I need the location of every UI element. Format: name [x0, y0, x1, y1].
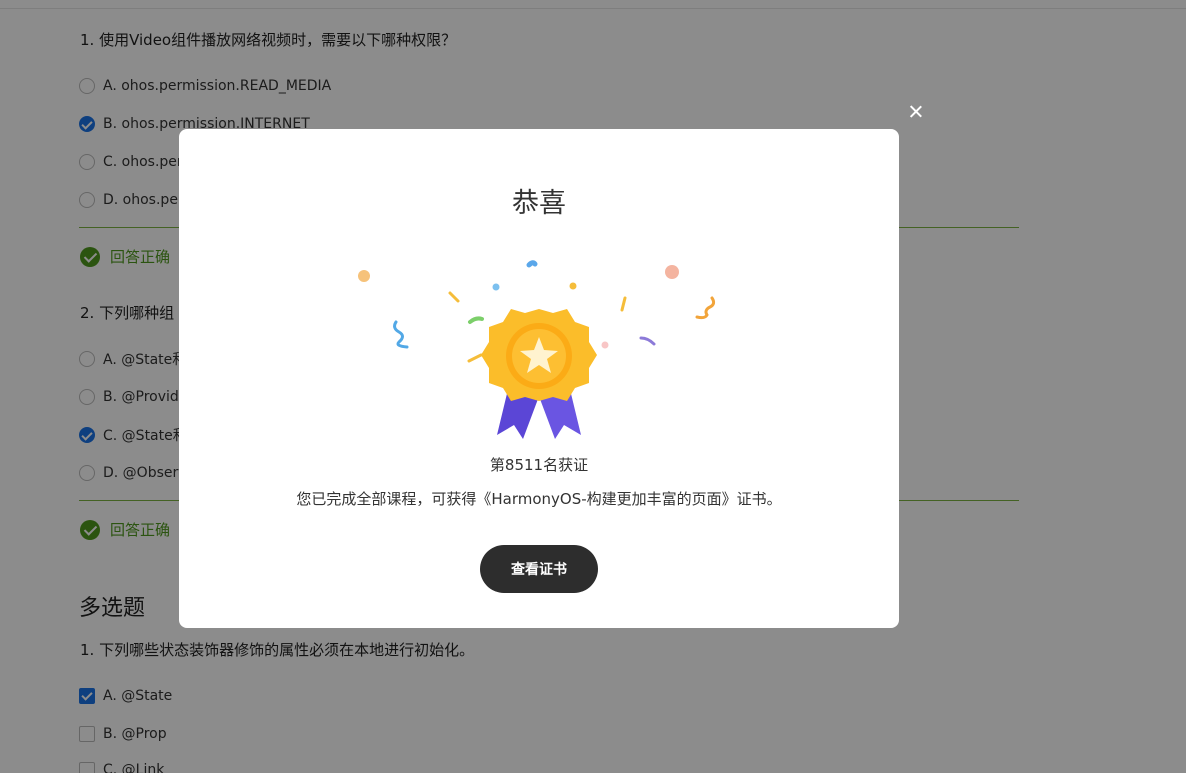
confetti-dot-icon: [601, 341, 609, 349]
completion-description: 您已完成全部课程，可获得《HarmonyOS-构建更加丰富的页面》证书。: [296, 490, 782, 508]
confetti-stroke-icon: [639, 336, 656, 346]
confetti-stroke-icon: [526, 260, 538, 268]
confetti-squiggle-icon: [695, 296, 716, 320]
confetti-stroke-icon: [448, 291, 460, 303]
confetti-stroke-icon: [468, 316, 484, 324]
rank-text: 第8511名获证: [489, 456, 589, 474]
confetti-dot-icon: [665, 265, 679, 279]
confetti-dot-icon: [569, 282, 577, 290]
congrats-dialog: 恭喜 第8511名获证 您已完成全部课程，可获得《HarmonyOS-构建更加丰…: [179, 129, 899, 628]
medal-star-icon: [358, 260, 716, 439]
confetti-stroke-icon: [620, 296, 627, 312]
dialog-title: 恭喜: [512, 188, 566, 219]
confetti-stroke-icon: [467, 353, 483, 363]
confetti-squiggle-icon: [393, 320, 409, 349]
close-icon[interactable]: [906, 102, 926, 122]
confetti-dot-icon: [492, 283, 500, 291]
confetti-dot-icon: [358, 270, 370, 282]
view-certificate-button[interactable]: 查看证书: [480, 545, 598, 593]
